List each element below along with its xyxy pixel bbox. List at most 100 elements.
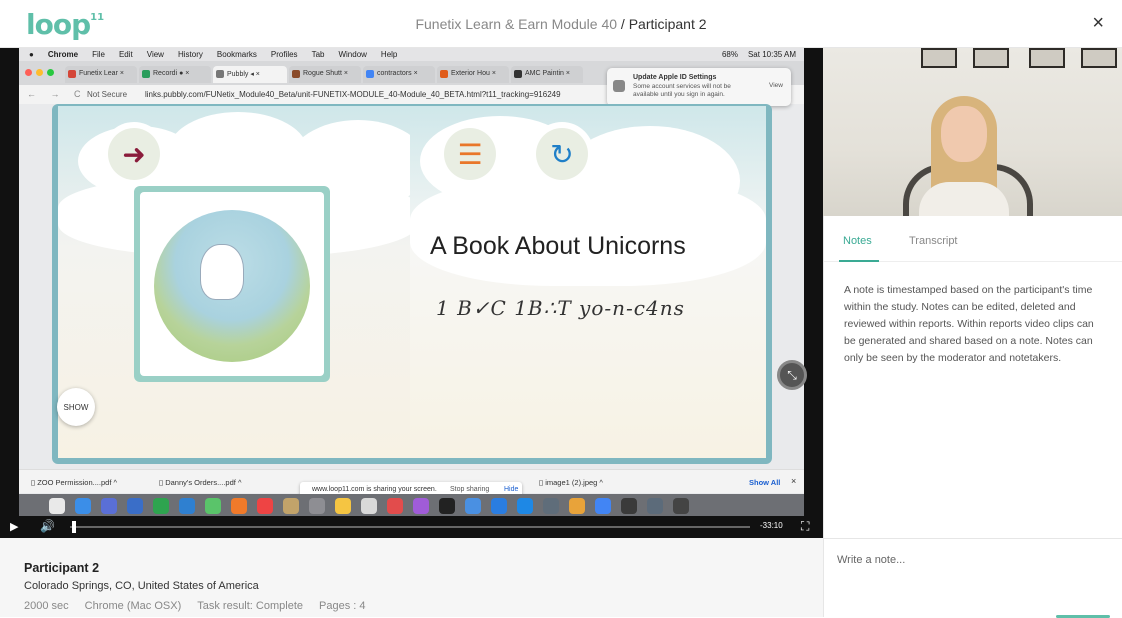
dock-app-icon	[179, 498, 195, 514]
mac-menu-bar: ● Chrome File Edit View History Bookmark…	[19, 48, 804, 61]
dock-app-icon	[335, 498, 351, 514]
participant-meta: 2000 sec Chrome (Mac OSX) Task result: C…	[24, 600, 365, 612]
dock-app-icon	[465, 498, 481, 514]
book-phonetic-text[interactable]: 1 B✓C 1B∴T yo-n-c4ns	[436, 296, 685, 320]
dock-app-icon	[49, 498, 65, 514]
tab-transcript[interactable]: Transcript	[909, 235, 958, 247]
minimize-window-icon	[36, 69, 43, 76]
menu-item: Profiles	[270, 50, 298, 59]
module-name: Funetix Learn & Earn Module 40	[415, 16, 618, 32]
close-icon[interactable]: ×	[1092, 12, 1104, 35]
settings-icon	[613, 80, 625, 92]
browser-tab-active: Pubbly ◂ ×	[213, 66, 287, 83]
participant-location: Colorado Springs, CO, United States of A…	[24, 580, 259, 592]
tab-label: AMC Paintin	[525, 70, 564, 77]
dock-app-icon	[101, 498, 117, 514]
tab-favicon	[142, 70, 150, 78]
menu-item: Edit	[118, 50, 133, 59]
menu-item: Bookmarks	[216, 50, 257, 59]
apple-icon: ●	[29, 50, 34, 59]
download-name: ZOO Permission....pdf	[37, 478, 112, 487]
panel-tabs: Notes Transcript	[824, 216, 1122, 262]
sharing-message: www.loop11.com is sharing your screen.	[312, 486, 437, 493]
volume-icon[interactable]: 🔊	[40, 519, 55, 533]
download-item: ▯ Danny's Orders....pdf ^	[159, 478, 242, 487]
dock-app-icon	[283, 498, 299, 514]
unicorn-illustration	[154, 210, 310, 362]
expand-icon[interactable]: ⤡	[777, 360, 807, 390]
close-downloads-icon: ×	[791, 476, 797, 486]
wall-picture	[921, 48, 957, 68]
notification-body: Some account services will not be availa…	[633, 83, 731, 98]
zoom-window-icon	[47, 69, 54, 76]
menu-item: View	[146, 50, 164, 59]
hamburger-menu-icon: ☰	[457, 138, 483, 170]
dock-app-icon	[387, 498, 403, 514]
title-separator: /	[620, 16, 625, 32]
download-item: ▯ ZOO Permission....pdf ^	[31, 478, 118, 487]
dock-app-icon	[75, 498, 91, 514]
note-placeholder: Write a note...	[837, 554, 906, 566]
tab-label: Pubbly	[227, 71, 249, 78]
dock-app-icon	[621, 498, 637, 514]
participant-browser: Chrome (Mac OSX)	[84, 600, 182, 612]
dock-app-icon	[543, 498, 559, 514]
close-window-icon	[25, 69, 32, 76]
video-controls: ▶ 🔊 -33:10 ⛶	[0, 516, 823, 538]
note-input[interactable]: Write a note...	[823, 538, 1122, 618]
tab-favicon	[68, 70, 76, 78]
dock-app-icon	[491, 498, 507, 514]
notification-title: Update Apple ID Settings	[633, 74, 717, 81]
menu-button[interactable]: ☰	[444, 128, 496, 180]
tab-label: Funetix Lear	[79, 70, 118, 77]
hide-sharing: Hide	[504, 486, 519, 493]
unicorn-book: ➜ ☰ ↻ A Book About Unicorns 1 B✓C 1B∴T y…	[52, 104, 772, 464]
participant-title: Participant 2	[628, 16, 707, 32]
menu-item: Tab	[311, 50, 325, 59]
download-name: image1 (2).jpeg	[545, 478, 598, 487]
task-result: Task result: Complete	[197, 600, 303, 612]
dock-app-icon	[127, 498, 143, 514]
participant-info: Participant 2 Colorado Springs, CO, Unit…	[0, 538, 823, 617]
show-button[interactable]: SHOW	[57, 388, 95, 426]
browser-nav-icons: ← → C	[27, 89, 87, 99]
tab-label: Exterior Hou	[451, 70, 490, 77]
notes-panel: Notes Transcript A note is timestamped b…	[823, 216, 1122, 538]
wall-picture	[1081, 48, 1117, 68]
tab-favicon	[514, 70, 522, 78]
book-title[interactable]: A Book About Unicorns	[430, 232, 686, 261]
video-scrubber[interactable]	[70, 526, 750, 528]
menu-app: Chrome	[47, 50, 79, 59]
tab-favicon	[440, 70, 448, 78]
browser-tab: Exterior Hou ×	[437, 66, 509, 83]
clock: Sat 10:35 AM	[747, 50, 796, 59]
dock-app-icon	[413, 498, 429, 514]
back-arrow-icon: ➜	[122, 138, 146, 170]
wall-picture	[973, 48, 1009, 68]
tab-favicon	[216, 70, 224, 78]
back-arrow-button[interactable]: ➜	[108, 128, 160, 180]
menu-item: File	[92, 50, 105, 59]
battery-level: 68%	[721, 50, 738, 59]
dock-app-icon	[153, 498, 169, 514]
window-controls	[25, 69, 54, 76]
unicorn-figure	[200, 244, 244, 300]
session-video[interactable]: ● Chrome File Edit View History Bookmark…	[0, 48, 823, 538]
menu-item: Help	[380, 50, 398, 59]
browser-tab: Recordi ● ×	[139, 66, 211, 83]
fullscreen-icon[interactable]: ⛶	[801, 519, 809, 534]
play-icon[interactable]: ▶	[10, 520, 18, 533]
menu-item: Window	[338, 50, 367, 59]
participant-name: Participant 2	[24, 561, 100, 575]
session-duration: 2000 sec	[24, 600, 69, 612]
show-all-downloads: Show All	[749, 478, 781, 487]
dock-app-icon	[673, 498, 689, 514]
browser-tab: Rogue Shutt ×	[289, 66, 361, 83]
tab-favicon	[292, 70, 300, 78]
tab-notes[interactable]: Notes	[843, 235, 872, 247]
tab-label: Recordi	[153, 70, 178, 77]
dock-app-icon	[309, 498, 325, 514]
replay-button[interactable]: ↻	[536, 128, 588, 180]
not-secure-label: Not Secure	[87, 90, 128, 99]
scrubber-handle[interactable]	[72, 521, 77, 533]
